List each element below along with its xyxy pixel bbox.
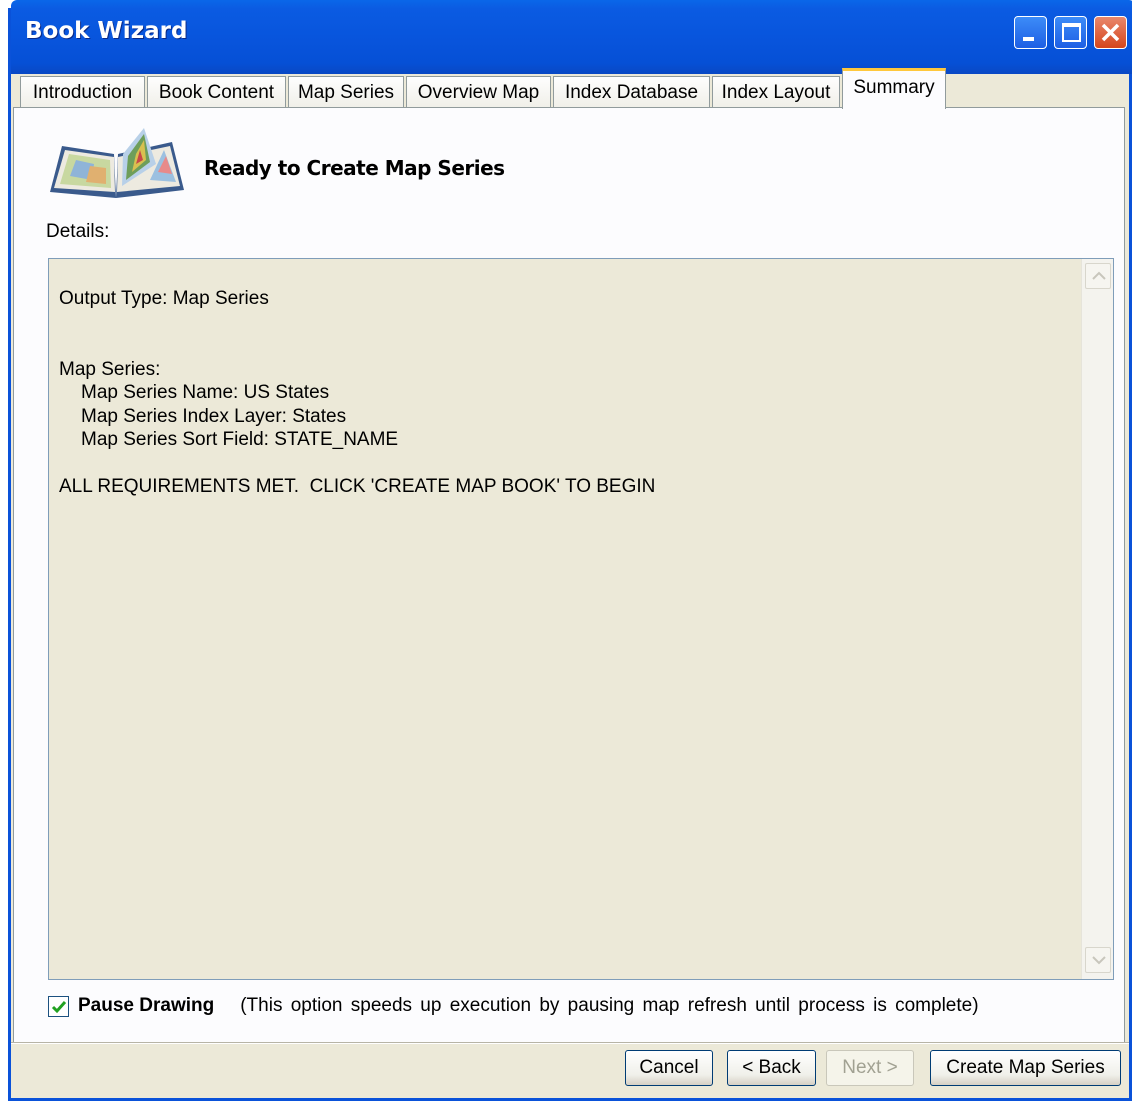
book-map-icon: [50, 128, 184, 198]
minimize-button[interactable]: [1014, 16, 1047, 49]
maximize-icon: [1062, 23, 1081, 42]
checkmark-icon: [51, 1000, 67, 1013]
scroll-down-button[interactable]: [1085, 947, 1111, 973]
sort-field-line: Map Series Sort Field: STATE_NAME: [81, 429, 399, 450]
next-button[interactable]: Next >: [826, 1050, 914, 1086]
tab-overview-map[interactable]: Overview Map: [406, 76, 551, 108]
footer-divider: [11, 1042, 1129, 1044]
series-name-line: Map Series Name: US States: [81, 382, 330, 403]
pause-drawing-row: Pause Drawing (This option speeds up exe…: [48, 993, 979, 1019]
details-textbox[interactable]: Output Type: Map Series Map Series: Map …: [48, 258, 1114, 980]
back-button[interactable]: < Back: [727, 1050, 816, 1086]
tab-index-database[interactable]: Index Database: [553, 76, 710, 108]
maximize-button[interactable]: [1054, 16, 1087, 49]
details-content: Output Type: Map Series Map Series: Map …: [59, 287, 655, 498]
scroll-up-button[interactable]: [1085, 263, 1111, 289]
tab-map-series[interactable]: Map Series: [288, 76, 404, 108]
create-map-series-button[interactable]: Create Map Series: [930, 1050, 1121, 1086]
map-series-header: Map Series:: [59, 358, 161, 380]
details-label: Details:: [46, 221, 110, 242]
index-layer-line: Map Series Index Layer: States: [81, 405, 347, 427]
book-wizard-window: Book Wizard Introduction Book Content Ma…: [8, 0, 1132, 1101]
title-bar[interactable]: Book Wizard: [11, 0, 1132, 74]
tab-index-layout[interactable]: Index Layout: [712, 76, 840, 108]
details-scrollbar[interactable]: [1081, 259, 1113, 979]
cancel-button[interactable]: Cancel: [625, 1050, 713, 1086]
pause-drawing-hint: (This option speeds up execution by paus…: [240, 995, 979, 1016]
tab-summary[interactable]: Summary: [842, 68, 946, 109]
minimize-icon: [1023, 37, 1034, 41]
pause-drawing-label[interactable]: Pause Drawing: [78, 995, 214, 1017]
pause-drawing-checkbox[interactable]: [48, 995, 69, 1017]
close-button[interactable]: [1094, 16, 1127, 49]
tab-book-content[interactable]: Book Content: [147, 76, 286, 108]
close-icon: [1101, 23, 1120, 42]
summary-heading: Ready to Create Map Series: [204, 156, 505, 180]
scroll-up-icon: [1092, 271, 1106, 280]
scroll-down-icon: [1092, 956, 1106, 965]
summary-panel: Ready to Create Map Series Details: Outp…: [13, 107, 1125, 1043]
status-line: ALL REQUIREMENTS MET. CLICK 'CREATE MAP …: [59, 475, 656, 497]
tab-strip: Introduction Book Content Map Series Ove…: [11, 68, 1129, 109]
window-title: Book Wizard: [25, 18, 188, 44]
tab-introduction[interactable]: Introduction: [20, 76, 145, 108]
output-type-line: Output Type: Map Series: [59, 288, 269, 309]
